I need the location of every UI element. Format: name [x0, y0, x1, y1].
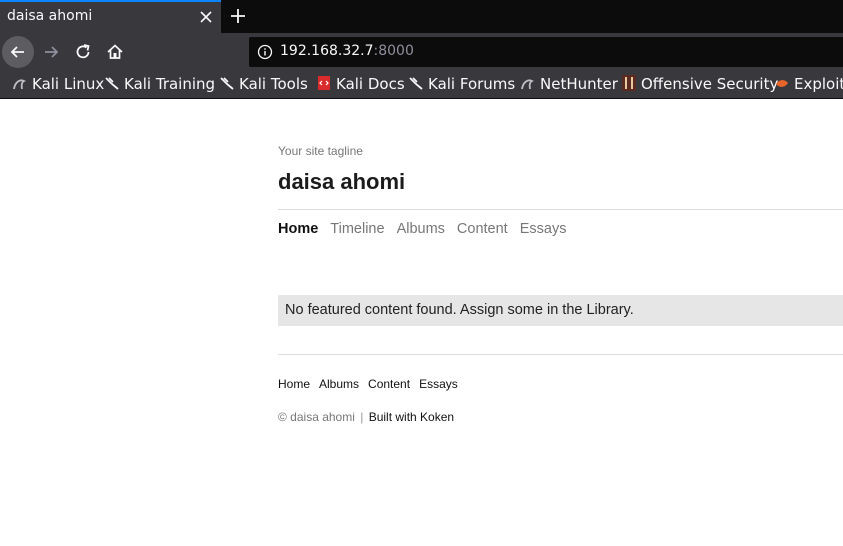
bookmark-label: NetHunter — [540, 75, 618, 93]
web-page: Your site tagline daisa ahomi Home Timeli… — [0, 99, 843, 546]
reload-button[interactable] — [67, 36, 99, 68]
home-icon — [107, 44, 123, 59]
bookmark-label: Kali Linux — [32, 75, 105, 93]
nav-timeline-link[interactable]: Timeline — [330, 221, 384, 237]
url-bar[interactable]: 192.168.32.7:8000 — [249, 37, 843, 67]
bookmark-label: Kali Training — [124, 75, 216, 93]
active-tab[interactable]: daisa ahomi — [0, 0, 221, 33]
kali-dragon-icon — [220, 77, 234, 90]
offsec-icon — [622, 75, 636, 91]
url-port: :8000 — [373, 43, 414, 59]
bookmark-exploit-db[interactable]: Exploit- — [774, 75, 843, 95]
bookmark-label: Kali Docs — [336, 75, 405, 93]
forward-arrow-icon — [45, 46, 59, 58]
site-title[interactable]: daisa ahomi — [278, 169, 405, 195]
bookmark-kali-tools[interactable]: Kali Tools — [219, 75, 308, 95]
bookmark-nethunter[interactable]: NetHunter — [520, 75, 618, 95]
site-info-icon[interactable] — [257, 44, 273, 60]
copyright-separator: | — [360, 410, 364, 424]
url-host: 192.168.32.7 — [280, 43, 374, 59]
kali-dragon-icon — [13, 79, 27, 90]
navigation-bar: 192.168.32.7:8000 — [0, 33, 843, 71]
bookmark-label: Kali Forums — [428, 75, 516, 93]
tab-bar: daisa ahomi — [0, 0, 843, 33]
close-tab-icon[interactable] — [199, 9, 213, 23]
kali-docs-icon — [318, 76, 330, 90]
bookmark-offensive-security[interactable]: Offensive Security — [621, 75, 778, 95]
forward-button[interactable] — [35, 36, 67, 68]
bookmark-kali-linux[interactable]: Kali Linux — [12, 75, 104, 95]
bookmark-kali-training[interactable]: Kali Training — [104, 75, 215, 95]
footer-divider — [278, 354, 843, 355]
copyright-line: © daisa ahomi | Built with Koken — [278, 410, 454, 424]
main-nav: Home Timeline Albums Content Essays — [278, 221, 578, 237]
footer-essays-link[interactable]: Essays — [419, 377, 458, 391]
kali-dragon-icon — [409, 77, 423, 90]
bookmark-kali-forums[interactable]: Kali Forums — [408, 75, 515, 95]
nav-home-link[interactable]: Home — [278, 221, 318, 237]
site-tagline: Your site tagline — [278, 144, 363, 158]
nav-essays-link[interactable]: Essays — [520, 221, 567, 237]
kali-dragon-icon — [105, 77, 119, 90]
bookmarks-toolbar: Kali Linux Kali Training Kali Tools Kali… — [0, 71, 843, 99]
back-arrow-icon — [10, 46, 24, 58]
footer-home-link[interactable]: Home — [278, 377, 310, 391]
bookmark-label: Offensive Security — [641, 75, 779, 93]
tab-title: daisa ahomi — [7, 8, 93, 24]
url-text[interactable]: 192.168.32.7:8000 — [280, 43, 414, 59]
featured-content-notice: No featured content found. Assign some i… — [278, 295, 843, 326]
copyright-text: © daisa ahomi — [278, 410, 355, 424]
nav-albums-link[interactable]: Albums — [397, 221, 445, 237]
home-button[interactable] — [99, 36, 131, 68]
built-with-koken-link[interactable]: Built with Koken — [369, 410, 454, 424]
bookmark-label: Kali Tools — [239, 75, 308, 93]
nav-content-link[interactable]: Content — [457, 221, 508, 237]
footer-nav: Home Albums Content Essays — [278, 377, 467, 391]
exploit-db-icon — [776, 80, 788, 87]
new-tab-icon[interactable] — [228, 6, 248, 26]
reload-icon — [76, 44, 90, 59]
header-divider — [278, 209, 843, 210]
bookmark-kali-docs[interactable]: Kali Docs — [316, 75, 405, 95]
footer-content-link[interactable]: Content — [368, 377, 410, 391]
nethunter-icon — [521, 79, 535, 90]
bookmark-label: Exploit- — [794, 75, 843, 93]
footer-albums-link[interactable]: Albums — [319, 377, 359, 391]
back-button[interactable] — [2, 36, 34, 68]
